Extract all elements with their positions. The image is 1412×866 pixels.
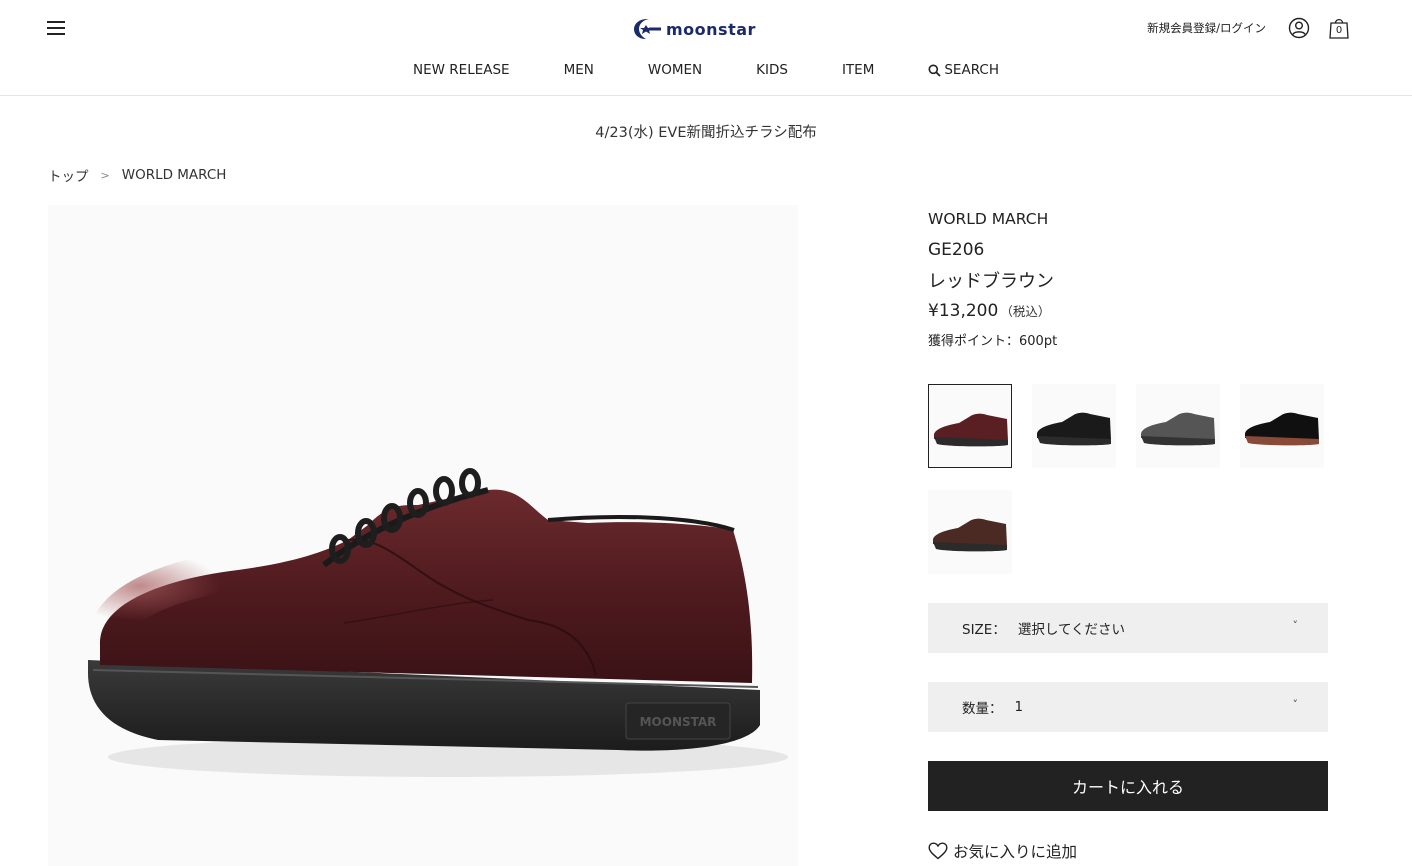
chevron-down-icon: ˅ <box>1292 698 1299 711</box>
swatch-upper <box>1141 412 1215 440</box>
user-icon[interactable] <box>1288 17 1310 39</box>
moonstar-logo-icon <box>634 19 661 39</box>
quantity-value: 1 <box>1014 699 1024 715</box>
login-link[interactable]: 新規会員登録/ログイン <box>1147 20 1266 36</box>
color-swatch[interactable] <box>928 384 1012 468</box>
swatch-upper <box>1245 412 1319 440</box>
size-value: 選択してください <box>1017 622 1126 638</box>
announcement-banner[interactable]: 4/23(水) EVE新聞折込チラシ配布 <box>0 121 1412 142</box>
product-color-name: レッドブラウン <box>928 271 1054 292</box>
tax-note: （税込） <box>1000 304 1051 319</box>
swatch-upper <box>934 413 1008 441</box>
product-main-image[interactable]: MOONSTAR <box>48 205 798 866</box>
product-model: GE206 <box>928 240 985 260</box>
logo-text: moonstar <box>666 19 756 39</box>
cart-icon[interactable]: 0 <box>1328 17 1350 39</box>
breadcrumb-home[interactable]: トップ <box>48 165 89 185</box>
product-price: ¥13,200 <box>928 301 999 321</box>
color-swatch[interactable] <box>1240 384 1324 468</box>
size-label: SIZE： <box>962 622 1006 638</box>
breadcrumb-current: WORLD MARCH <box>121 167 227 183</box>
quantity-label: 数量： <box>962 701 1003 717</box>
search-icon <box>928 64 941 77</box>
size-select[interactable]: SIZE： 選択してください ˅ <box>928 603 1328 653</box>
quantity-select[interactable]: 数量： 1 ˅ <box>928 682 1328 732</box>
reward-points: 獲得ポイント：600pt <box>928 334 1058 349</box>
chevron-down-icon: ˅ <box>1292 619 1299 632</box>
moonstar-logo[interactable]: moonstar <box>632 16 756 42</box>
product-brand[interactable]: WORLD MARCH <box>928 210 1328 228</box>
nav-new-release[interactable]: NEW RELEASE <box>413 62 510 78</box>
site-header: moonstar 新規会員登録/ログイン 0 NEW RELEASE MEN W… <box>0 0 1412 96</box>
nav-kids[interactable]: KIDS <box>756 62 788 78</box>
color-swatch[interactable] <box>1032 384 1116 468</box>
product-info: WORLD MARCH GE206 レッドブラウン ¥13,200 （税込） 獲… <box>928 210 1328 349</box>
menu-icon[interactable] <box>47 19 65 36</box>
add-favorite-button[interactable]: お気に入りに追加 <box>928 840 1077 862</box>
search-label: SEARCH <box>944 62 999 78</box>
nav-search[interactable]: SEARCH <box>928 62 999 78</box>
breadcrumb: トップ > WORLD MARCH <box>48 165 226 185</box>
swatch-upper <box>1037 412 1111 440</box>
favorite-label: お気に入りに追加 <box>953 843 1078 861</box>
add-to-cart-button[interactable]: カートに入れる <box>928 761 1328 811</box>
sole-logo-text: MOONSTAR <box>640 715 717 729</box>
swatch-upper <box>933 518 1007 546</box>
header-actions: 新規会員登録/ログイン 0 <box>1147 15 1350 41</box>
nav-item[interactable]: ITEM <box>842 62 874 78</box>
cart-count: 0 <box>1335 25 1343 36</box>
main-nav: NEW RELEASE MEN WOMEN KIDS ITEM SEARCH <box>0 62 1412 78</box>
nav-men[interactable]: MEN <box>564 62 594 78</box>
heart-icon <box>928 842 948 860</box>
color-swatch[interactable] <box>1136 384 1220 468</box>
nav-women[interactable]: WOMEN <box>648 62 702 78</box>
price-line: ¥13,200 （税込） <box>928 301 1328 321</box>
breadcrumb-separator: > <box>100 168 110 182</box>
color-swatch[interactable] <box>928 490 1012 574</box>
